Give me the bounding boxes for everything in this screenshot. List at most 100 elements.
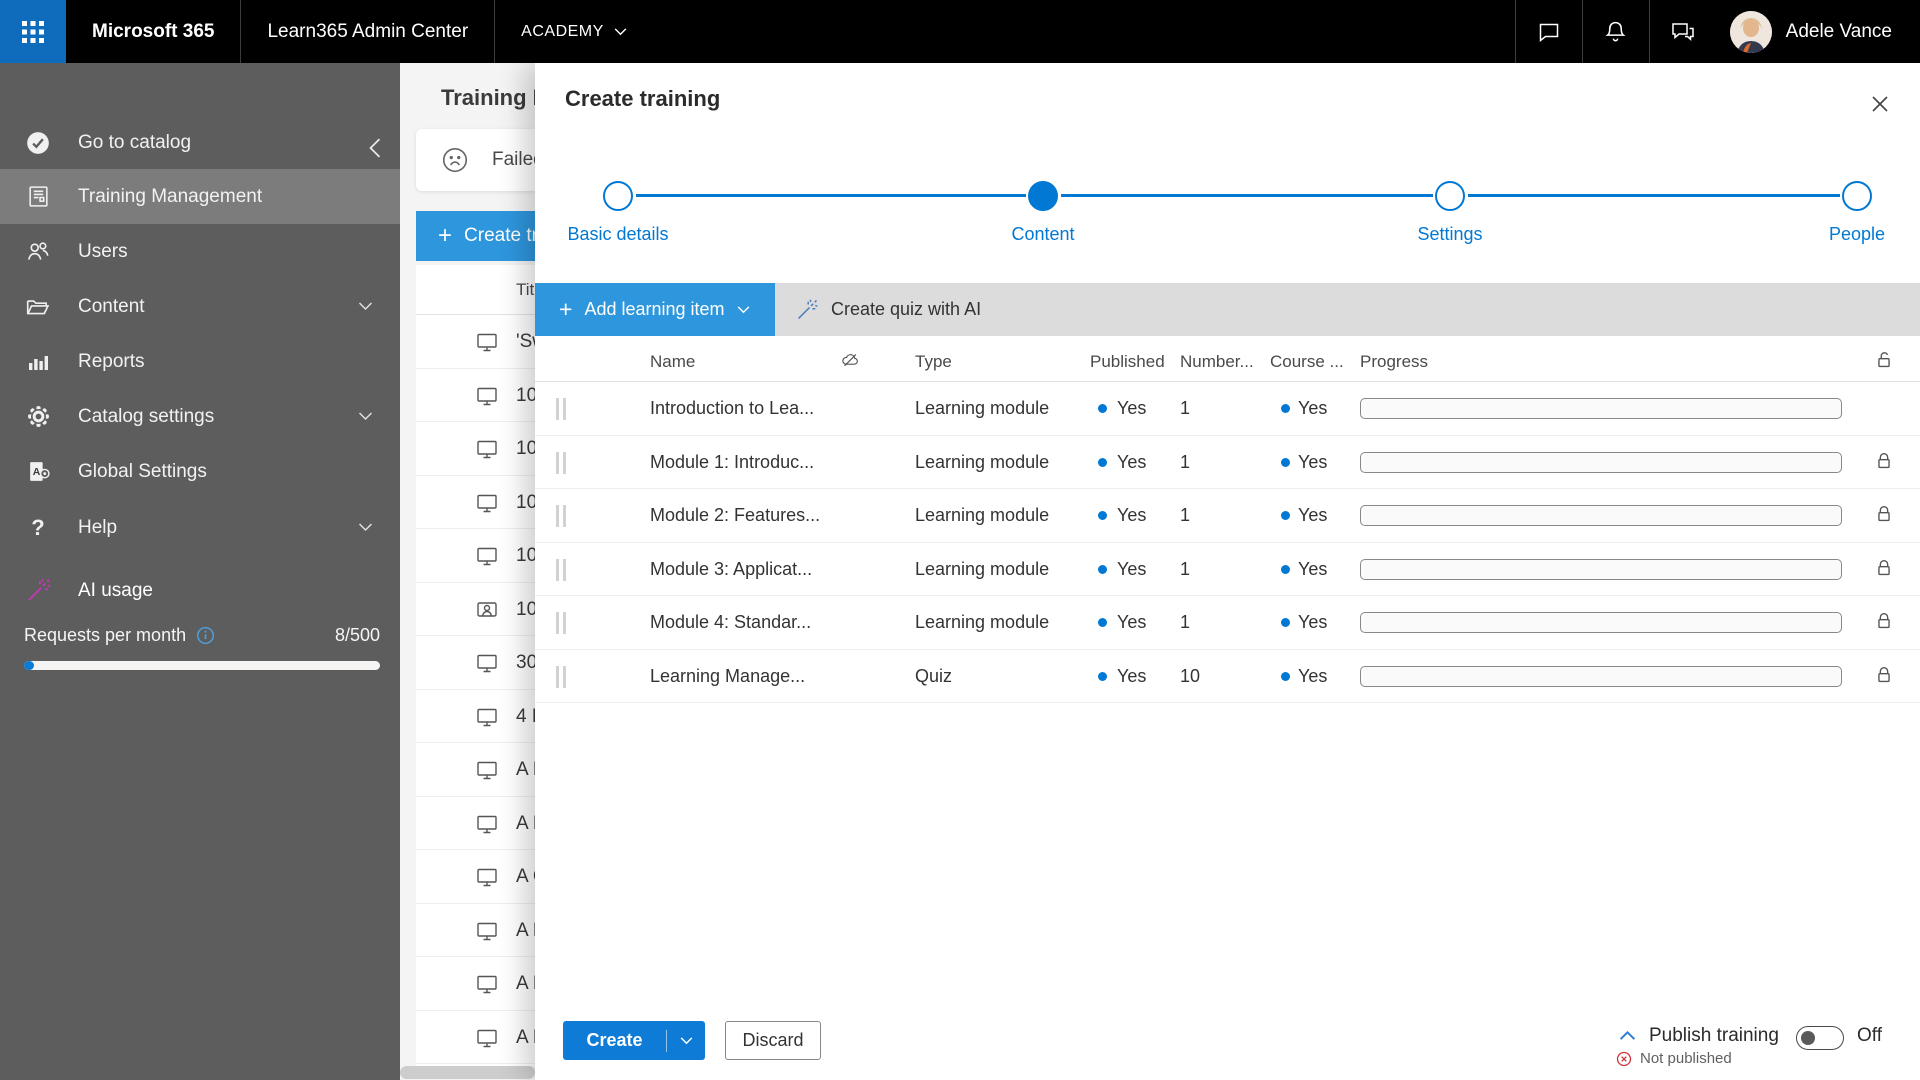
horizontal-scrollbar[interactable]: [400, 1066, 535, 1079]
item-name: Introduction to Lea...: [650, 398, 814, 419]
content-toolbar: + Add learning item Create quiz with AI: [535, 283, 1920, 336]
status-dot-icon: [1281, 672, 1290, 681]
step-settings[interactable]: Settings: [1350, 181, 1550, 245]
progress-bar: [1360, 505, 1842, 526]
publish-toggle[interactable]: [1796, 1026, 1844, 1050]
toggle-state-label: Off: [1857, 1025, 1882, 1047]
drag-handle-icon[interactable]: [556, 505, 568, 527]
learning-item-row[interactable]: Introduction to Lea... Learning module Y…: [535, 382, 1920, 436]
course-status: Yes: [1281, 559, 1327, 580]
create-quiz-with-ai-button[interactable]: Create quiz with AI: [795, 283, 981, 336]
expand-publish-button[interactable]: [1619, 1030, 1636, 1041]
requests-per-month: Requests per month 8/500: [24, 625, 380, 646]
account-menu[interactable]: Adele Vance: [1716, 0, 1920, 63]
sidebar-item-users[interactable]: Users: [0, 224, 400, 279]
close-button[interactable]: [1865, 89, 1895, 119]
training-title: 10: [516, 545, 537, 567]
chevron-down-icon: [680, 1037, 693, 1045]
elearning-icon: [475, 865, 499, 894]
step-content[interactable]: Content: [943, 181, 1143, 245]
lock-icon[interactable]: [1873, 664, 1895, 691]
feedback-icon: [1669, 20, 1697, 44]
step-circle: [603, 181, 633, 211]
notifications-button[interactable]: [1583, 0, 1649, 63]
drag-handle-icon[interactable]: [556, 452, 568, 474]
add-learning-item-button[interactable]: + Add learning item: [535, 283, 775, 336]
learning-items-header: Name Type Published Number... Course ...…: [535, 344, 1920, 382]
sidebar-item-reports[interactable]: Reports: [0, 334, 400, 389]
app-title-link[interactable]: Learn365 Admin Center: [241, 0, 494, 63]
item-type: Quiz: [915, 666, 952, 687]
folder-icon: [24, 293, 52, 321]
item-type: Learning module: [915, 612, 1049, 633]
chevron-down-icon: [358, 523, 373, 532]
item-number: 1: [1180, 505, 1190, 526]
toggle-knob: [1801, 1031, 1815, 1045]
requests-value: 8/500: [335, 625, 380, 646]
sidebar-item-global-settings[interactable]: A Global Settings: [0, 444, 400, 499]
elearning-icon: [475, 491, 499, 520]
lock-icon[interactable]: [1873, 610, 1895, 637]
learning-item-row[interactable]: Module 1: Introduc... Learning module Ye…: [535, 436, 1920, 490]
gear-icon: [24, 403, 52, 431]
step-people[interactable]: People: [1757, 181, 1920, 245]
step-basic-details[interactable]: Basic details: [518, 181, 718, 245]
bar-chart-icon: [24, 348, 52, 376]
feedback-button[interactable]: [1650, 0, 1716, 63]
create-training-panel: Create training Basic details Content Se…: [535, 63, 1920, 1080]
sidebar-item-content[interactable]: Content: [0, 279, 400, 334]
item-number: 1: [1180, 559, 1190, 580]
step-circle: [1842, 181, 1872, 211]
published-status: Yes: [1098, 666, 1146, 687]
chevron-down-icon: [614, 28, 627, 36]
info-icon[interactable]: [196, 626, 215, 645]
sidebar-item-help[interactable]: ? Help: [0, 500, 400, 555]
item-name: Module 3: Applicat...: [650, 559, 812, 580]
status-dot-icon: [1281, 618, 1290, 627]
status-dot-icon: [1281, 565, 1290, 574]
progress-bar: [1360, 612, 1842, 633]
learning-item-row[interactable]: Learning Manage... Quiz Yes 10 Yes: [535, 650, 1920, 704]
lock-icon[interactable]: [1873, 450, 1895, 477]
unlock-icon: [1873, 349, 1895, 376]
learning-item-row[interactable]: Module 4: Standar... Learning module Yes…: [535, 596, 1920, 650]
sidebar-item-go-to-catalog[interactable]: Go to catalog: [0, 115, 400, 170]
step-circle: [1028, 181, 1058, 211]
item-number: 1: [1180, 452, 1190, 473]
tenant-label: ACADEMY: [521, 23, 604, 41]
left-navigation: Go to catalog Training Management Users …: [0, 63, 400, 1080]
drag-handle-icon[interactable]: [556, 612, 568, 634]
drag-handle-icon[interactable]: [556, 398, 568, 420]
item-name: Module 1: Introduc...: [650, 452, 814, 473]
drag-handle-icon[interactable]: [556, 666, 568, 688]
progress-column-header: Progress: [1360, 352, 1428, 372]
discard-button[interactable]: Discard: [725, 1021, 821, 1060]
lock-icon[interactable]: [1873, 557, 1895, 584]
chevron-up-icon: [1619, 1030, 1636, 1041]
app-launcher-button[interactable]: [0, 0, 66, 63]
publish-status: Not published: [1616, 1050, 1732, 1067]
sidebar-item-training-management[interactable]: Training Management: [0, 169, 400, 224]
lock-icon[interactable]: [1873, 503, 1895, 530]
learning-item-row[interactable]: Module 3: Applicat... Learning module Ye…: [535, 543, 1920, 597]
avatar: [1730, 11, 1772, 53]
create-menu-button[interactable]: [667, 1037, 705, 1045]
item-type: Learning module: [915, 559, 1049, 580]
elearning-icon: [475, 1026, 499, 1055]
elearning-icon: [475, 919, 499, 948]
plus-icon: +: [559, 296, 572, 323]
status-dot-icon: [1281, 511, 1290, 520]
create-split-button[interactable]: Create: [563, 1021, 705, 1060]
status-dot-icon: [1281, 458, 1290, 467]
brand-link[interactable]: Microsoft 365: [66, 0, 240, 63]
course-status: Yes: [1281, 505, 1327, 526]
item-number: 10: [1180, 666, 1200, 687]
close-icon: [1870, 94, 1890, 114]
tenant-dropdown[interactable]: ACADEMY: [495, 0, 653, 63]
sidebar-item-catalog-settings[interactable]: Catalog settings: [0, 389, 400, 444]
learning-item-row[interactable]: Module 2: Features... Learning module Ye…: [535, 489, 1920, 543]
elearning-icon: [475, 437, 499, 466]
item-type: Learning module: [915, 398, 1049, 419]
chat-button[interactable]: [1516, 0, 1582, 63]
drag-handle-icon[interactable]: [556, 559, 568, 581]
